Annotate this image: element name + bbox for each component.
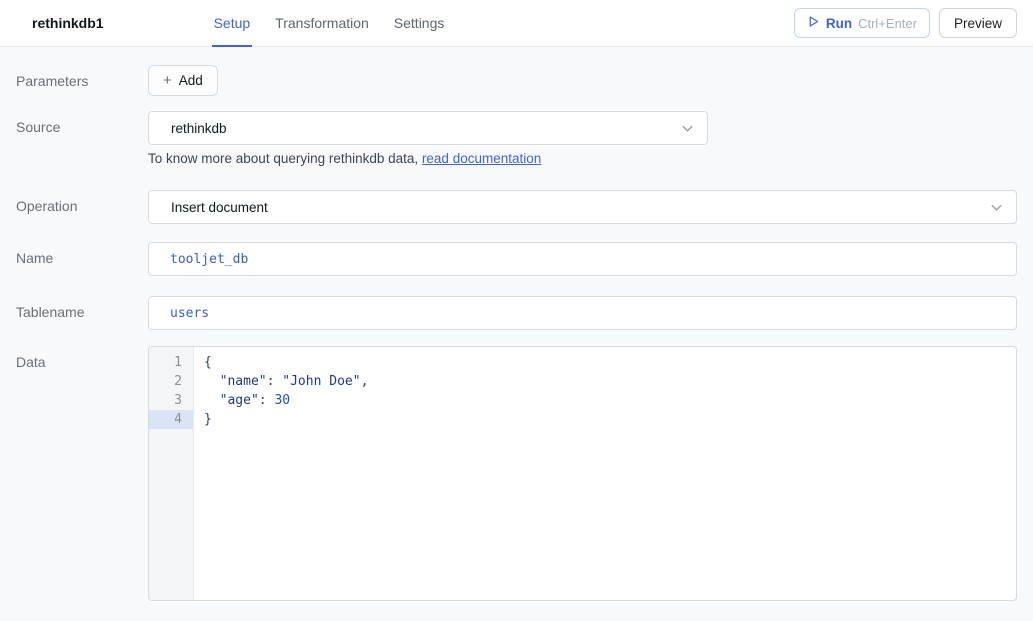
tablename-input[interactable] [148, 296, 1017, 330]
chevron-down-icon [989, 200, 1004, 215]
code-line: "age": 30 [204, 391, 1016, 410]
editor-code: { "name": "John Doe", "age": 30} [194, 347, 1016, 600]
code-line: { [204, 353, 1016, 372]
operation-select[interactable]: Insert document [148, 190, 1017, 224]
line-number: 4 [149, 410, 193, 429]
name-label: Name [16, 242, 148, 266]
header-actions: Run Ctrl+Enter Preview [794, 0, 1017, 46]
query-header: rethinkdb1 Setup Transformation Settings… [0, 0, 1033, 47]
query-title: rethinkdb1 [32, 15, 104, 31]
name-input[interactable] [148, 242, 1017, 276]
code-line: "name": "John Doe", [204, 372, 1016, 391]
helper-prefix: To know more about querying rethinkdb da… [148, 151, 422, 166]
tab-setup[interactable]: Setup [212, 0, 253, 47]
editor-gutter: 1234 [149, 347, 194, 600]
operation-row: Operation Insert document [16, 190, 1017, 224]
line-number: 3 [149, 391, 193, 410]
tablename-row: Tablename [16, 296, 1017, 330]
tablename-label: Tablename [16, 296, 148, 320]
line-number: 2 [149, 372, 193, 391]
operation-label: Operation [16, 190, 148, 214]
plus-icon: + [163, 73, 172, 88]
name-row: Name [16, 242, 1017, 276]
source-select[interactable]: rethinkdb [148, 111, 708, 145]
parameters-label: Parameters [16, 65, 148, 89]
parameters-row: Parameters + Add [16, 65, 1017, 96]
data-label: Data [16, 346, 148, 370]
documentation-link[interactable]: read documentation [422, 151, 541, 166]
tab-transformation[interactable]: Transformation [273, 0, 371, 47]
preview-button[interactable]: Preview [939, 8, 1017, 38]
tab-settings[interactable]: Settings [392, 0, 447, 47]
add-label: Add [179, 73, 203, 88]
line-number: 1 [149, 353, 193, 372]
data-code-editor[interactable]: 1234 { "name": "John Doe", "age": 30} [148, 346, 1017, 601]
run-button[interactable]: Run Ctrl+Enter [794, 8, 930, 38]
query-form: Parameters + Add Source rethinkdb To [0, 47, 1033, 601]
query-editor-panel: rethinkdb1 Setup Transformation Settings… [0, 0, 1033, 601]
chevron-down-icon [680, 121, 695, 136]
operation-value: Insert document [171, 200, 268, 215]
tabs-nav: Setup Transformation Settings [212, 0, 468, 46]
play-icon [807, 15, 820, 31]
code-line: } [204, 410, 1016, 429]
source-helper-text: To know more about querying rethinkdb da… [148, 151, 1017, 166]
source-row: Source rethinkdb To know more about quer… [16, 111, 1017, 166]
source-value: rethinkdb [171, 121, 227, 136]
data-row: Data 1234 { "name": "John Doe", "age": 3… [16, 346, 1017, 601]
run-shortcut: Ctrl+Enter [858, 16, 917, 31]
source-label: Source [16, 111, 148, 135]
add-parameter-button[interactable]: + Add [148, 65, 218, 96]
run-label: Run [826, 16, 852, 31]
